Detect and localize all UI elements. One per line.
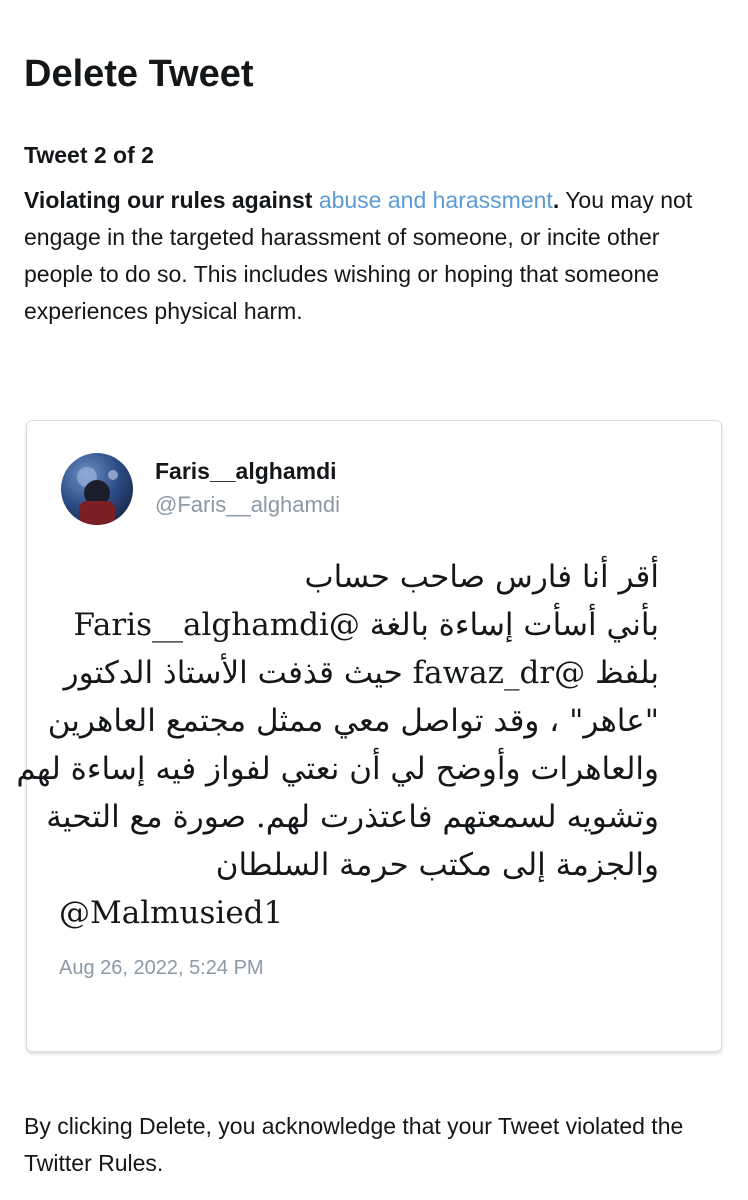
violation-lead: Violating our rules against: [24, 187, 319, 213]
violation-period: .: [552, 187, 560, 213]
tweet-mention[interactable]: @Malmusied1: [59, 889, 659, 937]
avatar: [61, 453, 133, 525]
tweet-card: Faris__alghamdi @Faris__alghamdi أقر أنا…: [16, 420, 722, 1052]
tweet-line: وتشويه لسمعتهم فاعتذرت لهم. صورة مع التح…: [46, 799, 659, 835]
tweet-body: أقر أنا فارس صاحب حساب بأني أسأت إساءة ب…: [16, 553, 660, 937]
tweet-line: "عاهر" ، وقد تواصل معي ممثل مجتمع العاهر…: [47, 703, 659, 739]
tweet-line: والجزمة إلى مكتب حرمة السلطان: [215, 847, 659, 883]
tweet-line: أقر أنا فارس صاحب حساب: [304, 559, 659, 595]
abuse-harassment-link[interactable]: abuse and harassment: [319, 187, 553, 213]
violation-notice: Violating our rules against abuse and ha…: [24, 182, 724, 330]
page-title: Delete Tweet: [24, 53, 254, 95]
delete-acknowledgement: By clicking Delete, you acknowledge that…: [24, 1113, 684, 1176]
tweet-timestamp[interactable]: Aug 26, 2022, 5:24 PM: [59, 955, 264, 981]
user-handle[interactable]: @Faris__alghamdi: [155, 491, 340, 519]
tweet-line: بأني أسأت إساءة بالغة @Faris__alghamdi: [73, 607, 660, 643]
display-name[interactable]: Faris__alghamdi: [155, 457, 337, 485]
avatar-image-icon: [77, 467, 118, 525]
tweet-line: والعاهرات وأوضح لي أن نعتي لفواز فيه إسا…: [16, 751, 659, 787]
tweet-counter: Tweet 2 of 2: [24, 142, 154, 168]
tweet-line: بلفظ @fawaz_dr حيث قذفت الأستاذ الدكتور: [63, 655, 659, 691]
